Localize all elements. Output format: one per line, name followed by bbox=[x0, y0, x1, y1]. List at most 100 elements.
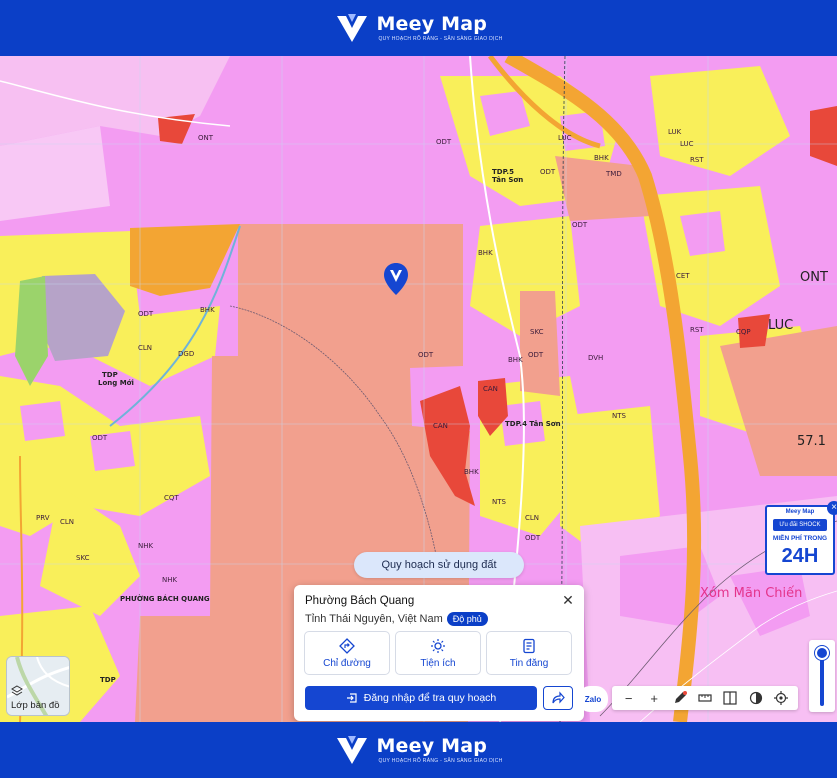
map-label: DGD bbox=[178, 350, 195, 358]
brand-logo: Meey Map QUY HOẠCH RÕ RÀNG - SẴN SÀNG GI… bbox=[334, 732, 502, 768]
location-pin-icon[interactable] bbox=[383, 262, 409, 296]
map-label: NTS bbox=[492, 498, 506, 506]
ruler-icon bbox=[698, 694, 712, 702]
split-icon bbox=[723, 691, 737, 705]
map-label: CLN bbox=[138, 344, 153, 352]
brand-logo: Meey Map QUY HOẠCH RÕ RÀNG - SẴN SÀNG GI… bbox=[334, 10, 502, 46]
share-icon bbox=[552, 691, 565, 704]
promo-hours: 24H bbox=[781, 545, 819, 567]
map-label: BHK bbox=[508, 356, 523, 364]
map-label: BHK bbox=[200, 306, 215, 314]
coverage-badge[interactable]: Độ phủ bbox=[446, 612, 488, 626]
map-label: CET bbox=[676, 272, 690, 280]
map-label: TDP bbox=[100, 676, 116, 684]
map-layers-button[interactable]: Lớp bản đồ bbox=[6, 656, 70, 716]
close-promo-icon[interactable]: × bbox=[827, 501, 837, 515]
layer-opacity-slider[interactable] bbox=[809, 640, 835, 712]
listings-label: Tin đăng bbox=[509, 657, 549, 669]
slider-handle[interactable] bbox=[815, 646, 829, 660]
location-info-card: Phường Bách Quang ✕ Tỉnh Thái Nguyên, Vi… bbox=[294, 585, 584, 721]
map-label: ODT bbox=[92, 434, 108, 442]
map-label: PRV bbox=[36, 514, 50, 522]
map-label: NTS bbox=[612, 412, 626, 420]
map-label: LUC bbox=[768, 318, 794, 333]
draw-tool-button[interactable] bbox=[672, 690, 688, 706]
map-label: TDP.5 bbox=[492, 168, 514, 176]
ward-title: Phường Bách Quang bbox=[305, 595, 415, 607]
map-label: LUC bbox=[680, 140, 694, 148]
directions-icon bbox=[339, 637, 355, 654]
map-label: CQT bbox=[164, 494, 179, 502]
directions-button[interactable]: Chỉ đường bbox=[304, 631, 390, 675]
location-subtitle: Tỉnh Thái Nguyên, Việt Nam Độ phủ bbox=[305, 612, 488, 626]
promo-banner[interactable]: Meey Map Ưu đãi SHOCK MIỄN PHÍ TRONG 24H… bbox=[765, 501, 837, 575]
map-label: ONT bbox=[800, 270, 828, 285]
my-location-button[interactable] bbox=[773, 690, 789, 706]
map-label: CAN bbox=[483, 385, 498, 393]
map-label: ODT bbox=[418, 351, 434, 359]
card-actions: Chỉ đường Tiện ích Tin đăng bbox=[304, 631, 572, 675]
ward-label: PHƯỜNG BÁCH QUANG bbox=[120, 595, 210, 603]
map-toolbar: − + bbox=[612, 686, 798, 710]
map-label: LUC bbox=[558, 134, 572, 142]
map-label: Tân Sơn bbox=[492, 176, 524, 184]
promo-shock: Ưu đãi SHOCK bbox=[773, 519, 827, 531]
bottom-banner: Meey Map QUY HOẠCH RÕ RÀNG - SẴN SÀNG GI… bbox=[0, 722, 837, 778]
map-label: SKC bbox=[76, 554, 90, 562]
zoom-in-button[interactable]: + bbox=[646, 690, 662, 706]
map-label: ODT bbox=[138, 310, 154, 318]
top-banner: Meey Map QUY HOẠCH RÕ RÀNG - SẴN SÀNG GI… bbox=[0, 0, 837, 56]
promo-brand: Meey Map bbox=[785, 509, 815, 515]
map-label: BHK bbox=[478, 249, 493, 257]
directions-label: Chỉ đường bbox=[323, 657, 371, 669]
pencil-icon bbox=[674, 691, 687, 703]
opacity-icon bbox=[749, 691, 762, 705]
map-label: ODT bbox=[528, 351, 544, 359]
split-view-button[interactable] bbox=[722, 690, 738, 706]
place-label: Xóm Mãn Chiến bbox=[700, 586, 803, 601]
map-label: NHK bbox=[138, 542, 154, 550]
login-icon bbox=[346, 693, 357, 703]
opacity-button[interactable] bbox=[748, 690, 764, 706]
slider-track[interactable] bbox=[820, 654, 824, 706]
map-label: CLN bbox=[525, 514, 540, 522]
zalo-button[interactable]: Zalo bbox=[578, 686, 608, 712]
listings-button[interactable]: Tin đăng bbox=[486, 631, 572, 675]
map-label: ODT bbox=[436, 138, 452, 146]
province-text: Tỉnh Thái Nguyên, Việt Nam bbox=[305, 613, 443, 625]
listings-icon bbox=[523, 638, 535, 653]
elevation-label: 57.1 bbox=[797, 434, 826, 449]
map-label: ODT bbox=[525, 534, 541, 542]
login-label: Đăng nhập để tra quy hoạch bbox=[363, 692, 497, 704]
map-label: DVH bbox=[588, 354, 604, 362]
map-label: Long Mới bbox=[98, 379, 134, 387]
amenities-label: Tiện ích bbox=[420, 657, 456, 669]
close-icon[interactable]: ✕ bbox=[561, 593, 575, 607]
map-label: TMD bbox=[606, 170, 622, 178]
amenities-button[interactable]: Tiện ích bbox=[395, 631, 481, 675]
map-label: RST bbox=[690, 156, 704, 164]
brand-tagline: QUY HOẠCH RÕ RÀNG - SẴN SÀNG GIAO DỊCH bbox=[378, 758, 503, 764]
map-label: ODT bbox=[572, 221, 588, 229]
login-to-check-planning-button[interactable]: Đăng nhập để tra quy hoạch bbox=[305, 686, 537, 710]
map-label: BHK bbox=[464, 468, 479, 476]
brand-tagline: QUY HOẠCH RÕ RÀNG - SẴN SÀNG GIAO DỊCH bbox=[378, 36, 503, 42]
map-label: TDP.4 Tân Sơn bbox=[505, 420, 561, 428]
map-label: BHK bbox=[594, 154, 609, 162]
map-label: TDP bbox=[102, 371, 118, 379]
map-label: ONT bbox=[198, 134, 214, 142]
land-use-layer-pill[interactable]: Quy hoạch sử dụng đất bbox=[354, 552, 524, 578]
brand-name: Meey Map bbox=[376, 13, 488, 35]
map-label: CQP bbox=[736, 328, 751, 336]
measure-button[interactable] bbox=[697, 690, 713, 706]
promo-line: MIỄN PHÍ TRONG bbox=[772, 535, 828, 542]
amenities-icon bbox=[431, 638, 445, 653]
map-label: CLN bbox=[60, 518, 75, 526]
share-button[interactable] bbox=[543, 686, 573, 710]
map-label: NHK bbox=[162, 576, 178, 584]
zoom-out-button[interactable]: − bbox=[621, 690, 637, 706]
layers-label: Lớp bản đồ bbox=[11, 700, 60, 711]
map-label: LUK bbox=[668, 128, 682, 136]
crosshair-icon bbox=[774, 691, 789, 705]
meey-logo-icon bbox=[337, 736, 368, 764]
